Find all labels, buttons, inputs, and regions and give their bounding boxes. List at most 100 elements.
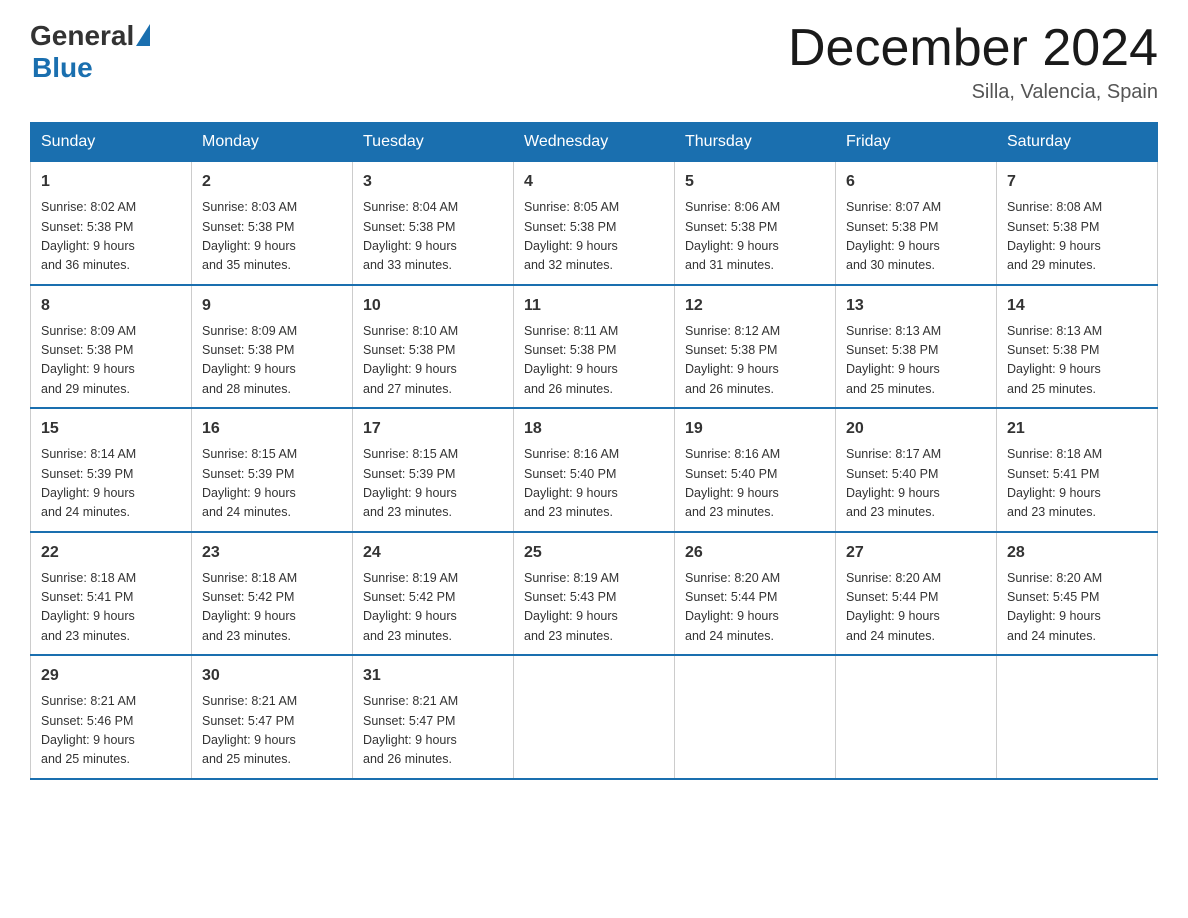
calendar-cell: 15 Sunrise: 8:14 AMSunset: 5:39 PMDaylig… bbox=[31, 408, 192, 532]
day-info: Sunrise: 8:04 AMSunset: 5:38 PMDaylight:… bbox=[363, 198, 503, 276]
calendar-cell: 10 Sunrise: 8:10 AMSunset: 5:38 PMDaylig… bbox=[353, 285, 514, 409]
calendar-cell: 14 Sunrise: 8:13 AMSunset: 5:38 PMDaylig… bbox=[997, 285, 1158, 409]
day-info: Sunrise: 8:16 AMSunset: 5:40 PMDaylight:… bbox=[524, 445, 664, 523]
day-info: Sunrise: 8:02 AMSunset: 5:38 PMDaylight:… bbox=[41, 198, 181, 276]
calendar-cell: 27 Sunrise: 8:20 AMSunset: 5:44 PMDaylig… bbox=[836, 532, 997, 656]
day-info: Sunrise: 8:08 AMSunset: 5:38 PMDaylight:… bbox=[1007, 198, 1147, 276]
day-number: 8 bbox=[41, 294, 181, 318]
logo-triangle-icon bbox=[136, 24, 150, 46]
day-number: 30 bbox=[202, 664, 342, 688]
day-info: Sunrise: 8:20 AMSunset: 5:44 PMDaylight:… bbox=[685, 569, 825, 647]
calendar-cell: 7 Sunrise: 8:08 AMSunset: 5:38 PMDayligh… bbox=[997, 162, 1158, 285]
day-number: 6 bbox=[846, 170, 986, 194]
day-number: 17 bbox=[363, 417, 503, 441]
calendar-cell bbox=[675, 655, 836, 779]
calendar-cell: 21 Sunrise: 8:18 AMSunset: 5:41 PMDaylig… bbox=[997, 408, 1158, 532]
header-friday: Friday bbox=[836, 123, 997, 162]
location: Silla, Valencia, Spain bbox=[788, 81, 1158, 104]
week-row-3: 15 Sunrise: 8:14 AMSunset: 5:39 PMDaylig… bbox=[31, 408, 1158, 532]
calendar-cell: 23 Sunrise: 8:18 AMSunset: 5:42 PMDaylig… bbox=[192, 532, 353, 656]
day-info: Sunrise: 8:10 AMSunset: 5:38 PMDaylight:… bbox=[363, 322, 503, 400]
day-number: 16 bbox=[202, 417, 342, 441]
calendar-cell: 5 Sunrise: 8:06 AMSunset: 5:38 PMDayligh… bbox=[675, 162, 836, 285]
logo: General Blue bbox=[30, 20, 150, 84]
calendar-header-row: SundayMondayTuesdayWednesdayThursdayFrid… bbox=[31, 123, 1158, 162]
calendar-cell: 25 Sunrise: 8:19 AMSunset: 5:43 PMDaylig… bbox=[514, 532, 675, 656]
day-info: Sunrise: 8:14 AMSunset: 5:39 PMDaylight:… bbox=[41, 445, 181, 523]
header-wednesday: Wednesday bbox=[514, 123, 675, 162]
calendar-cell: 2 Sunrise: 8:03 AMSunset: 5:38 PMDayligh… bbox=[192, 162, 353, 285]
calendar-cell bbox=[836, 655, 997, 779]
day-info: Sunrise: 8:11 AMSunset: 5:38 PMDaylight:… bbox=[524, 322, 664, 400]
day-info: Sunrise: 8:06 AMSunset: 5:38 PMDaylight:… bbox=[685, 198, 825, 276]
header-tuesday: Tuesday bbox=[353, 123, 514, 162]
day-number: 20 bbox=[846, 417, 986, 441]
calendar-cell: 8 Sunrise: 8:09 AMSunset: 5:38 PMDayligh… bbox=[31, 285, 192, 409]
calendar-cell: 6 Sunrise: 8:07 AMSunset: 5:38 PMDayligh… bbox=[836, 162, 997, 285]
calendar-cell: 1 Sunrise: 8:02 AMSunset: 5:38 PMDayligh… bbox=[31, 162, 192, 285]
day-info: Sunrise: 8:19 AMSunset: 5:42 PMDaylight:… bbox=[363, 569, 503, 647]
header-thursday: Thursday bbox=[675, 123, 836, 162]
day-number: 23 bbox=[202, 541, 342, 565]
day-number: 15 bbox=[41, 417, 181, 441]
logo-general-text: General bbox=[30, 20, 134, 52]
calendar-cell: 30 Sunrise: 8:21 AMSunset: 5:47 PMDaylig… bbox=[192, 655, 353, 779]
day-number: 27 bbox=[846, 541, 986, 565]
page-header: General Blue December 2024 Silla, Valenc… bbox=[30, 20, 1158, 104]
header-monday: Monday bbox=[192, 123, 353, 162]
day-number: 11 bbox=[524, 294, 664, 318]
day-info: Sunrise: 8:18 AMSunset: 5:41 PMDaylight:… bbox=[41, 569, 181, 647]
calendar-cell: 19 Sunrise: 8:16 AMSunset: 5:40 PMDaylig… bbox=[675, 408, 836, 532]
day-number: 24 bbox=[363, 541, 503, 565]
header-sunday: Sunday bbox=[31, 123, 192, 162]
calendar-table: SundayMondayTuesdayWednesdayThursdayFrid… bbox=[30, 122, 1158, 780]
calendar-cell bbox=[514, 655, 675, 779]
day-info: Sunrise: 8:13 AMSunset: 5:38 PMDaylight:… bbox=[846, 322, 986, 400]
day-info: Sunrise: 8:17 AMSunset: 5:40 PMDaylight:… bbox=[846, 445, 986, 523]
day-number: 26 bbox=[685, 541, 825, 565]
day-number: 2 bbox=[202, 170, 342, 194]
day-info: Sunrise: 8:13 AMSunset: 5:38 PMDaylight:… bbox=[1007, 322, 1147, 400]
calendar-cell: 9 Sunrise: 8:09 AMSunset: 5:38 PMDayligh… bbox=[192, 285, 353, 409]
day-info: Sunrise: 8:16 AMSunset: 5:40 PMDaylight:… bbox=[685, 445, 825, 523]
calendar-cell: 31 Sunrise: 8:21 AMSunset: 5:47 PMDaylig… bbox=[353, 655, 514, 779]
logo-blue-text: Blue bbox=[32, 52, 93, 84]
header-saturday: Saturday bbox=[997, 123, 1158, 162]
day-number: 3 bbox=[363, 170, 503, 194]
calendar-cell: 11 Sunrise: 8:11 AMSunset: 5:38 PMDaylig… bbox=[514, 285, 675, 409]
day-info: Sunrise: 8:20 AMSunset: 5:44 PMDaylight:… bbox=[846, 569, 986, 647]
day-number: 19 bbox=[685, 417, 825, 441]
day-info: Sunrise: 8:18 AMSunset: 5:42 PMDaylight:… bbox=[202, 569, 342, 647]
day-number: 14 bbox=[1007, 294, 1147, 318]
day-info: Sunrise: 8:15 AMSunset: 5:39 PMDaylight:… bbox=[202, 445, 342, 523]
day-info: Sunrise: 8:07 AMSunset: 5:38 PMDaylight:… bbox=[846, 198, 986, 276]
day-info: Sunrise: 8:21 AMSunset: 5:47 PMDaylight:… bbox=[363, 692, 503, 770]
day-number: 25 bbox=[524, 541, 664, 565]
calendar-cell: 16 Sunrise: 8:15 AMSunset: 5:39 PMDaylig… bbox=[192, 408, 353, 532]
calendar-cell: 22 Sunrise: 8:18 AMSunset: 5:41 PMDaylig… bbox=[31, 532, 192, 656]
day-info: Sunrise: 8:21 AMSunset: 5:47 PMDaylight:… bbox=[202, 692, 342, 770]
calendar-cell bbox=[997, 655, 1158, 779]
day-number: 13 bbox=[846, 294, 986, 318]
title-area: December 2024 Silla, Valencia, Spain bbox=[788, 20, 1158, 104]
calendar-cell: 28 Sunrise: 8:20 AMSunset: 5:45 PMDaylig… bbox=[997, 532, 1158, 656]
day-number: 12 bbox=[685, 294, 825, 318]
day-number: 29 bbox=[41, 664, 181, 688]
day-number: 28 bbox=[1007, 541, 1147, 565]
day-number: 4 bbox=[524, 170, 664, 194]
day-number: 18 bbox=[524, 417, 664, 441]
calendar-cell: 12 Sunrise: 8:12 AMSunset: 5:38 PMDaylig… bbox=[675, 285, 836, 409]
calendar-cell: 18 Sunrise: 8:16 AMSunset: 5:40 PMDaylig… bbox=[514, 408, 675, 532]
week-row-2: 8 Sunrise: 8:09 AMSunset: 5:38 PMDayligh… bbox=[31, 285, 1158, 409]
day-info: Sunrise: 8:12 AMSunset: 5:38 PMDaylight:… bbox=[685, 322, 825, 400]
month-title: December 2024 bbox=[788, 20, 1158, 77]
calendar-cell: 26 Sunrise: 8:20 AMSunset: 5:44 PMDaylig… bbox=[675, 532, 836, 656]
day-number: 22 bbox=[41, 541, 181, 565]
day-number: 31 bbox=[363, 664, 503, 688]
day-number: 7 bbox=[1007, 170, 1147, 194]
calendar-cell: 17 Sunrise: 8:15 AMSunset: 5:39 PMDaylig… bbox=[353, 408, 514, 532]
day-info: Sunrise: 8:15 AMSunset: 5:39 PMDaylight:… bbox=[363, 445, 503, 523]
day-number: 10 bbox=[363, 294, 503, 318]
calendar-cell: 3 Sunrise: 8:04 AMSunset: 5:38 PMDayligh… bbox=[353, 162, 514, 285]
day-info: Sunrise: 8:03 AMSunset: 5:38 PMDaylight:… bbox=[202, 198, 342, 276]
